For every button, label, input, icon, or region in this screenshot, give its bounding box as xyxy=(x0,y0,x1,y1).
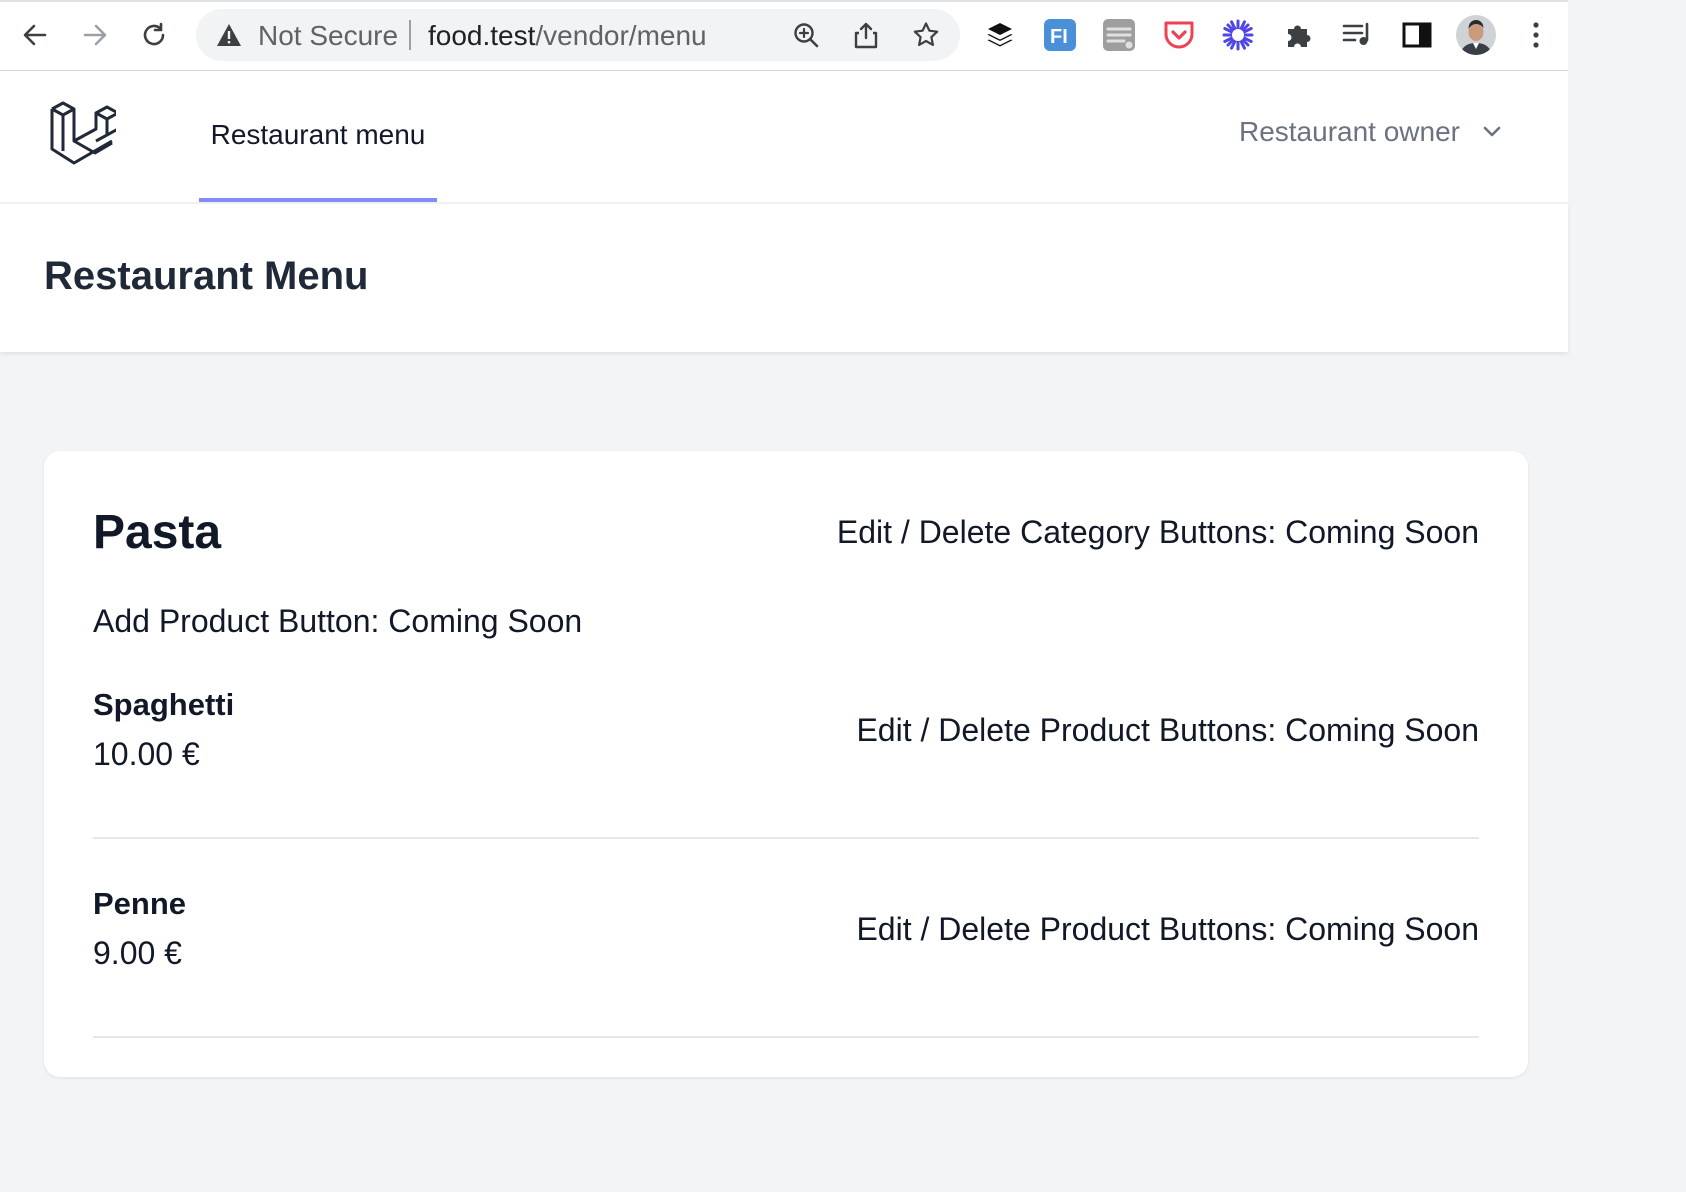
url-path: /vendor/menu xyxy=(535,20,707,51)
user-name: Restaurant owner xyxy=(1238,116,1460,147)
tab-strip xyxy=(0,0,1568,2)
url-text[interactable]: food.test/vendor/menu xyxy=(428,20,707,52)
product-price: 9.00 € xyxy=(93,935,182,971)
reload-button[interactable] xyxy=(133,14,175,56)
product-actions-placeholder: Edit / Delete Product Buttons: Coming So… xyxy=(856,911,1479,947)
product-row: Penne 9.00 € Edit / Delete Product Butto… xyxy=(93,886,1479,1038)
address-bar[interactable]: Not Secure food.test/vendor/menu xyxy=(196,9,960,61)
reload-icon xyxy=(143,22,165,46)
back-button[interactable] xyxy=(14,14,56,56)
product-name: Penne xyxy=(93,886,187,921)
asterisk-extension-icon[interactable] xyxy=(1218,15,1258,55)
zoom-icon[interactable] xyxy=(791,20,821,50)
add-product-placeholder: Add Product Button: Coming Soon xyxy=(93,603,583,639)
omnibox-separator xyxy=(409,20,411,50)
category-name: Pasta xyxy=(93,506,222,559)
category-actions-placeholder: Edit / Delete Category Buttons: Coming S… xyxy=(836,514,1479,550)
share-icon[interactable] xyxy=(851,20,881,50)
nav-link-restaurant-menu[interactable]: Restaurant menu xyxy=(199,71,437,202)
laravel-logo[interactable] xyxy=(48,101,120,174)
bookmark-star-icon[interactable] xyxy=(911,20,941,50)
fi-extension-icon[interactable]: FI xyxy=(1040,15,1080,55)
puzzle-icon[interactable] xyxy=(1278,15,1318,55)
back-arrow-icon xyxy=(23,24,47,46)
url-host: food.test xyxy=(428,20,536,51)
svg-text:FI: FI xyxy=(1050,26,1068,48)
warning-icon xyxy=(216,23,242,52)
forward-arrow-icon xyxy=(83,24,107,46)
product-price: 10.00 € xyxy=(93,736,200,772)
product-name: Spaghetti xyxy=(93,687,235,722)
profile-avatar[interactable] xyxy=(1456,15,1496,55)
product-row: Spaghetti 10.00 € Edit / Delete Product … xyxy=(93,687,1479,839)
security-label[interactable]: Not Secure xyxy=(258,20,398,52)
media-queue-icon[interactable] xyxy=(1337,15,1377,55)
category-card: Pasta Edit / Delete Category Buttons: Co… xyxy=(44,451,1528,1077)
user-dropdown[interactable]: Restaurant owner xyxy=(1239,116,1502,148)
chevron-down-icon xyxy=(1483,126,1501,137)
buffer-icon[interactable] xyxy=(980,15,1020,55)
browser-toolbar: Not Secure food.test/vendor/menu FI xyxy=(0,0,1568,71)
side-panel-icon[interactable] xyxy=(1397,15,1437,55)
kebab-menu-icon[interactable] xyxy=(1516,15,1556,55)
app-navigation: Restaurant menu Restaurant owner xyxy=(0,71,1568,204)
stack-extension-icon[interactable] xyxy=(1099,15,1139,55)
page-header: Restaurant Menu xyxy=(0,204,1568,352)
product-actions-placeholder: Edit / Delete Product Buttons: Coming So… xyxy=(856,712,1479,748)
pocket-icon[interactable] xyxy=(1159,15,1199,55)
page-title: Restaurant Menu xyxy=(44,254,369,298)
forward-button[interactable] xyxy=(74,14,116,56)
